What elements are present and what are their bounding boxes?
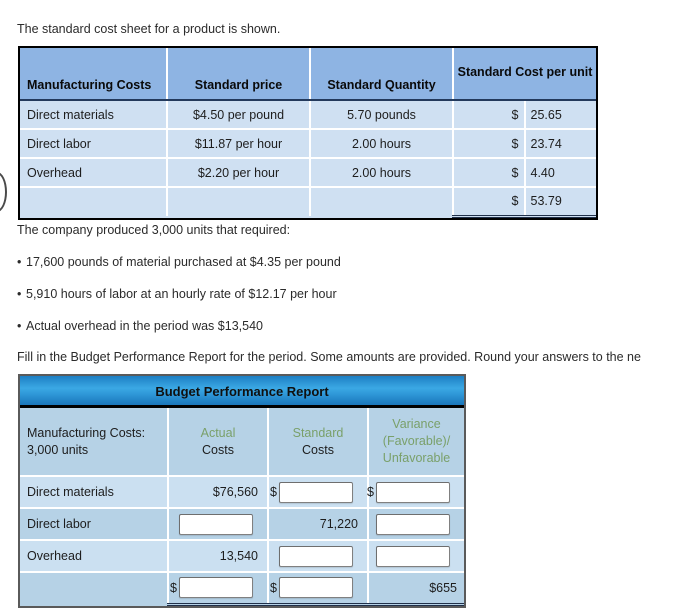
header-variance: Variance (Favorable)/ Unfavorable [368, 408, 464, 477]
cell-unit-cost: 25.65 [524, 100, 596, 130]
variance-input-overhead[interactable] [376, 545, 450, 567]
list-item-text: 5,910 hours of labor at an hourly rate o… [26, 287, 337, 301]
standard-cost-sheet-table: Manufacturing Costs Standard price Stand… [18, 46, 598, 220]
table-row: Direct materials $76,560 $ $ [20, 476, 464, 509]
header-standard-costs: Standard Costs [268, 408, 369, 477]
header-standard-quantity: Standard Quantity [310, 48, 454, 101]
budget-performance-report-title: Budget Performance Report [20, 376, 464, 408]
cell-total-variance: $655 [368, 571, 464, 606]
cell-standard-price: $4.50 per pound [167, 100, 311, 130]
header-variance-line2: (Favorable)/ [382, 434, 451, 448]
cell-standard-price [167, 187, 311, 216]
cell-actual-cost: 13,540 [168, 540, 269, 573]
header-standard-cost-line1: Standard Cost [457, 65, 544, 79]
actual-cost-input-direct-labor[interactable] [179, 513, 253, 535]
cell-cost-name: Direct materials [20, 100, 168, 130]
cell-standard-cost: 71,220 [268, 508, 369, 541]
header-variance-line3: Unfavorable [382, 451, 451, 465]
table-row-total: $ 53.79 [20, 186, 596, 218]
cell-variance-input-wrap [368, 508, 464, 541]
table-row: Direct labor 71,220 [20, 508, 464, 541]
cell-standard-cost-input-wrap: $ [268, 476, 369, 509]
cell-standard-qty [310, 187, 454, 216]
header-standard-line1: Standard [292, 425, 344, 440]
header-costs-line1: Manufacturing Costs: [27, 425, 146, 440]
cell-row-label [20, 572, 169, 604]
cell-variance-input-wrap [368, 540, 464, 573]
standard-cost-input-overhead[interactable] [279, 545, 353, 567]
cell-row-label: Direct materials [20, 476, 169, 509]
cell-standard-qty: 5.70 pounds [310, 100, 454, 130]
cell-cost-name: Direct labor [20, 129, 168, 159]
header-actual-line2: Costs [202, 442, 234, 457]
list-item-text: Actual overhead in the period was $13,54… [26, 319, 263, 333]
intro-text: The standard cost sheet for a product is… [17, 22, 281, 36]
list-item: • Actual overhead in the period was $13,5… [17, 319, 263, 333]
cell-unit-cost: 4.40 [524, 158, 596, 188]
table-row: Overhead 13,540 [20, 540, 464, 573]
page-edge-arc-artifact [0, 172, 7, 212]
variance-input-direct-labor[interactable] [376, 513, 450, 535]
total-actual-cost-input[interactable] [179, 577, 253, 599]
standard-cost-input-direct-materials[interactable] [279, 481, 353, 503]
table-row-total: $ $ $655 [20, 571, 464, 606]
cell-row-label: Overhead [20, 540, 169, 573]
table-row: Direct materials $4.50 per pound 5.70 po… [20, 100, 596, 130]
header-manufacturing-costs-units: Manufacturing Costs: 3,000 units [20, 408, 169, 477]
cell-total-standard-input-wrap: $ [268, 571, 369, 606]
cell-cost-name: Overhead [20, 158, 168, 188]
header-variance-line1: Variance [392, 417, 441, 431]
cell-row-label: Direct labor [20, 508, 169, 541]
cell-currency-symbol: $ [453, 129, 526, 159]
cell-standard-qty: 2.00 hours [310, 129, 454, 159]
cell-actual-cost: $76,560 [168, 476, 269, 509]
cell-actual-cost-input-wrap [168, 508, 269, 541]
bullet-marker-icon: • [17, 319, 22, 333]
table-row: Direct labor $11.87 per hour 2.00 hours … [20, 129, 596, 159]
cell-total-currency-symbol: $ [453, 186, 526, 218]
currency-symbol: $ [367, 485, 374, 499]
header-standard-cost-line2: per unit [546, 65, 593, 79]
cell-total-unit-cost: 53.79 [524, 186, 596, 218]
table-row: Overhead $2.20 per hour 2.00 hours $ 4.4… [20, 158, 596, 188]
currency-symbol: $ [170, 580, 177, 595]
cell-currency-symbol: $ [453, 158, 526, 188]
currency-symbol: $ [270, 580, 277, 595]
header-actual-line1: Actual [200, 425, 236, 440]
list-item: • 5,910 hours of labor at an hourly rate … [17, 287, 337, 301]
header-standard-price: Standard price [167, 48, 311, 101]
list-item-text: 17,600 pounds of material purchased at $… [26, 255, 341, 269]
total-standard-cost-input[interactable] [279, 577, 353, 599]
header-actual-costs: Actual Costs [168, 408, 269, 477]
cell-standard-qty: 2.00 hours [310, 158, 454, 188]
currency-symbol: $ [270, 485, 277, 499]
units-produced-text: The company produced 3,000 units that re… [17, 223, 291, 237]
bullet-marker-icon: • [17, 287, 22, 301]
header-standard-cost-per-unit: Standard Cost per unit [453, 48, 596, 101]
cell-variance-input-wrap: $ [367, 476, 464, 509]
cost-sheet-header-row: Manufacturing Costs Standard price Stand… [20, 48, 596, 101]
cell-standard-price: $2.20 per hour [167, 158, 311, 188]
cell-cost-name [20, 187, 168, 216]
instructions-text: Fill in the Budget Performance Report fo… [17, 350, 641, 364]
variance-input-direct-materials[interactable] [376, 481, 450, 503]
cell-total-actual-input-wrap: $ [168, 571, 269, 606]
bullet-marker-icon: • [17, 255, 22, 269]
list-item: • 17,600 pounds of material purchased at … [17, 255, 341, 269]
cell-standard-cost-input-wrap [268, 540, 369, 573]
budget-report-header-row: Manufacturing Costs: 3,000 units Actual … [20, 408, 464, 477]
cell-standard-price: $11.87 per hour [167, 129, 311, 159]
header-manufacturing-costs: Manufacturing Costs [20, 48, 168, 101]
budget-performance-report-table: Budget Performance Report Manufacturing … [18, 374, 466, 608]
header-standard-line2: Costs [302, 442, 334, 457]
cell-unit-cost: 23.74 [524, 129, 596, 159]
cell-currency-symbol: $ [453, 100, 526, 130]
header-costs-line2: 3,000 units [27, 442, 89, 457]
